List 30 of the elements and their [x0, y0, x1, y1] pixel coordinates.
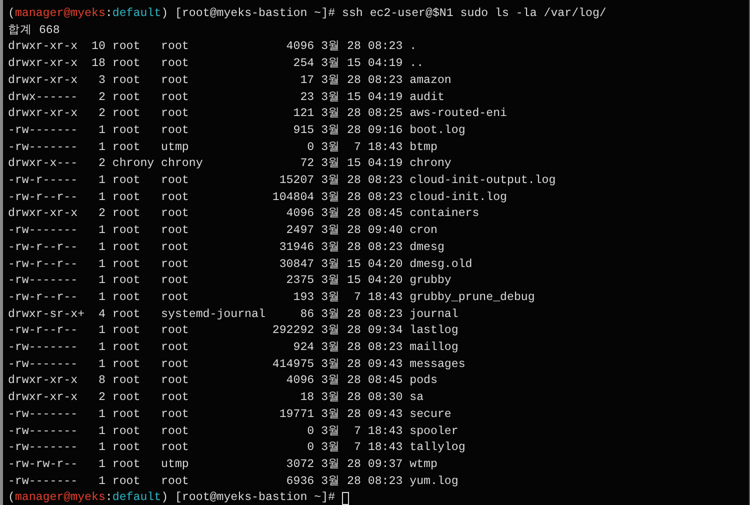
output-line: -rw------- 1 root root 924 3월 28 08:23 maillog: [8, 340, 458, 356]
prompt-line: (manager@myeks:default) [root@myeks-bastion ~]#: [8, 490, 336, 505]
output-line: -rw------- 1 root root 414975 3월 28 09:43 messages: [8, 356, 466, 373]
output-line: -rw-rw-r-- 1 root utmp 3072 3월 28 09:37 wtmp: [8, 456, 438, 473]
output-line: -rw------- 1 root root 0 3월 7 18:43 tallylog: [8, 440, 466, 456]
output-line: -rw-r--r-- 1 root root 30847 3월 15 04:20 dmesg.old: [8, 256, 472, 273]
output-line: -rw-r--r-- 1 root root 193 3월 7 18:43 grubby_prune_debug: [8, 290, 535, 306]
output-line: -rw------- 1 root root 19771 3월 28 09:43 secure: [8, 406, 452, 423]
output-line: drwxr-xr-x 10 root root 4096 3월 28 08:23 .: [8, 39, 417, 56]
output-line: -rw------- 1 root root 0 3월 7 18:43 spooler: [8, 424, 458, 440]
output-line: -rw-r--r-- 1 root root 31946 3월 28 08:23 dmesg: [8, 240, 444, 256]
output-line: -rw------- 1 root root 2375 3월 15 04:20 grubby: [8, 273, 452, 290]
prompt-line: (manager@myeks:default) [root@myeks-bastion ~]# ssh ec2-user@$N1 sudo ls -la /var/log/: [8, 6, 606, 22]
output-line: -rw------- 1 root utmp 0 3월 7 18:43 btmp: [8, 140, 438, 156]
output-line: -rw-r--r-- 1 root root 292292 3월 28 09:34 lastlog: [8, 323, 458, 340]
output-line: -rw------- 1 root root 6936 3월 28 08:23 yum.log: [8, 474, 458, 490]
output-line: drwx------ 2 root root 23 3월 15 04:19 audit: [8, 90, 444, 106]
output-line: drwxr-xr-x 8 root root 4096 3월 28 08:45 pods: [8, 373, 438, 390]
output-line: drwxr-xr-x 2 root root 18 3월 28 08:30 sa: [8, 390, 424, 406]
output-line: -rw-r--r-- 1 root root 104804 3월 28 08:23 cloud-init.log: [8, 190, 508, 206]
output-line: drwxr-xr-x 3 root root 17 3월 28 08:23 amazon: [8, 72, 452, 89]
output-line: -rw------- 1 root root 2497 3월 28 09:40 cron: [8, 223, 438, 240]
output-line: drwxr-xr-x 18 root root 254 3월 15 04:19 ..: [8, 56, 424, 72]
output-line: -rw-r----- 1 root root 15207 3월 28 08:23 cloud-init-output.log: [8, 173, 556, 190]
output-line: 합계 668: [8, 22, 60, 39]
output-line: drwxr-xr-x 2 root root 121 3월 28 08:25 aws-routed-eni: [8, 106, 508, 122]
output-line: drwxr-xr-x 2 root root 4096 3월 28 08:45 containers: [8, 206, 480, 222]
output-line: drwxr-sr-x+ 4 root systemd-journal 86 3월 28 08:23 journal: [8, 306, 458, 323]
output-line: -rw------- 1 root root 915 3월 28 09:16 boot.log: [8, 122, 466, 139]
output-line: drwxr-x--- 2 chrony chrony 72 3월 15 04:19 chrony: [8, 156, 452, 172]
